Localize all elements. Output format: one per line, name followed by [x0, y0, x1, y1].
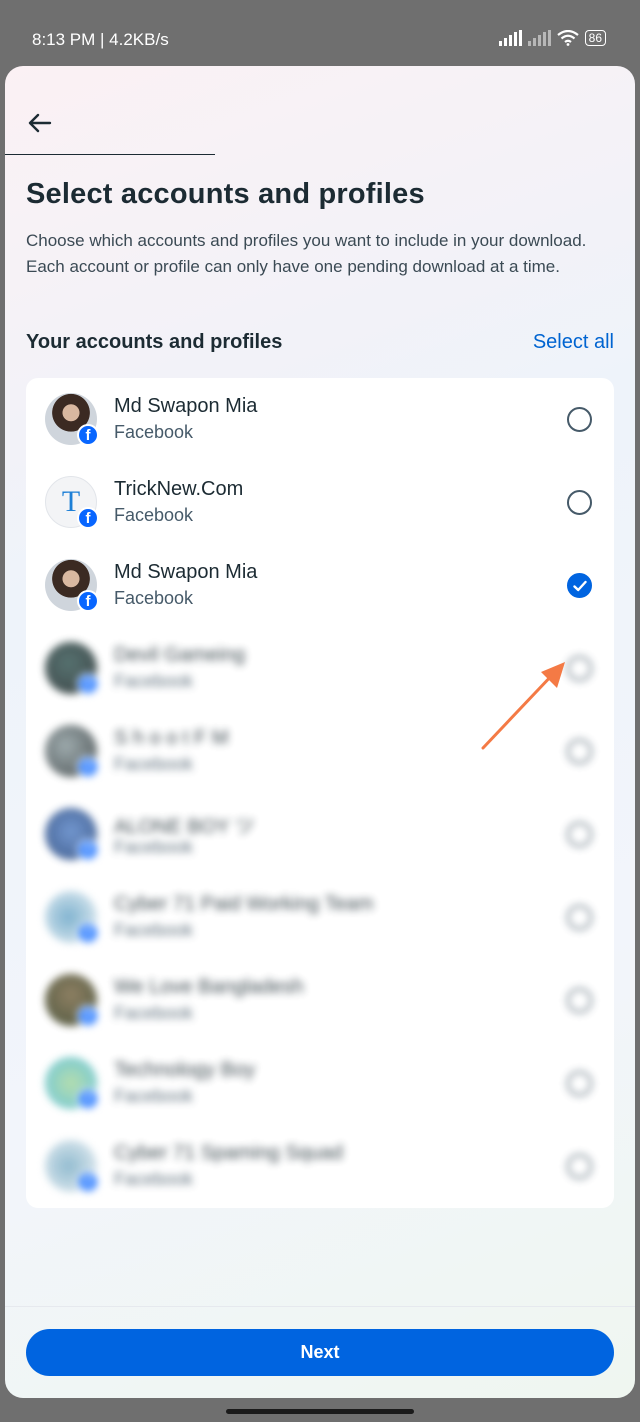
account-platform: Facebook	[114, 422, 194, 442]
annotation-arrow-icon	[481, 662, 565, 750]
avatar: f	[45, 1140, 99, 1193]
account-name: Technology Boy	[114, 1059, 256, 1081]
page-description: Choose which accounts and profiles you w…	[26, 231, 587, 276]
account-platform: Facebook	[114, 671, 194, 691]
page-title: Select accounts and profiles	[26, 178, 425, 210]
account-platform: Facebook	[114, 1003, 194, 1023]
facebook-icon: f	[77, 1171, 99, 1193]
facebook-icon: f	[77, 756, 99, 778]
select-accounts-sheet: Select accounts and profiles Choose whic…	[5, 66, 635, 1398]
avatar: f	[45, 725, 99, 778]
facebook-icon: f	[77, 673, 99, 695]
status-time-speed: 8:13 PM | 4.2KB/s	[32, 30, 169, 49]
account-row[interactable]: f Cyber 71 Paid Working Team Facebook	[26, 876, 614, 959]
facebook-icon: f	[77, 839, 99, 861]
header-divider	[5, 154, 215, 155]
avatar: f	[45, 891, 99, 944]
account-name: ALONE BOY ツ	[114, 816, 255, 838]
radio-button[interactable]	[567, 1071, 592, 1096]
account-platform: Facebook	[114, 505, 194, 525]
radio-button[interactable]	[567, 905, 592, 930]
account-name: Devil Gameing	[114, 644, 246, 666]
back-button[interactable]	[23, 106, 57, 140]
battery-icon: 86	[584, 30, 606, 46]
facebook-icon: f	[77, 424, 99, 446]
wifi-icon	[556, 30, 579, 46]
avatar: T f	[45, 476, 99, 529]
account-platform: Facebook	[114, 1086, 194, 1106]
avatar: f	[45, 559, 99, 612]
radio-button[interactable]	[567, 490, 592, 515]
account-name: Md Swapon Mia	[114, 395, 258, 417]
section-label: Your accounts and profiles	[26, 331, 283, 353]
radio-button[interactable]	[567, 407, 592, 432]
account-name: We Love Bangladesh	[114, 976, 304, 998]
next-button[interactable]: Next	[26, 1329, 614, 1376]
account-row[interactable]: f Md Swapon Mia Facebook	[26, 544, 614, 627]
facebook-icon: f	[77, 1005, 99, 1027]
account-platform: Facebook	[114, 754, 194, 774]
status-icons: 86	[498, 30, 606, 46]
back-arrow-icon	[28, 113, 52, 133]
facebook-icon: f	[77, 1088, 99, 1110]
avatar: f	[45, 393, 99, 446]
footer-divider	[5, 1306, 635, 1307]
radio-button[interactable]	[567, 988, 592, 1013]
checkmark-icon	[572, 580, 587, 591]
account-row[interactable]: f ALONE BOY ツ Facebook	[26, 793, 614, 876]
account-name: Cyber 71 Paid Working Team	[114, 893, 374, 915]
status-bar: 8:13 PM | 4.2KB/s 86	[0, 0, 640, 66]
account-name: Md Swapon Mia	[114, 561, 258, 583]
account-row[interactable]: f We Love Bangladesh Facebook	[26, 959, 614, 1042]
account-platform: Facebook	[114, 588, 194, 608]
account-name: S h o o t F M	[114, 727, 229, 749]
facebook-icon: f	[77, 922, 99, 944]
avatar: f	[45, 1057, 99, 1110]
radio-button[interactable]	[567, 822, 592, 847]
radio-button[interactable]	[567, 1154, 592, 1179]
account-platform: Facebook	[114, 1169, 194, 1189]
signal-2-icon	[527, 30, 551, 46]
avatar: f	[45, 642, 99, 695]
account-platform: Facebook	[114, 920, 194, 940]
home-indicator	[226, 1409, 414, 1414]
avatar: f	[45, 808, 99, 861]
account-row[interactable]: f Cyber 71 Spaming Squad Facebook	[26, 1125, 614, 1208]
avatar: f	[45, 974, 99, 1027]
account-name: TrickNew.Com	[114, 478, 244, 500]
account-row[interactable]: f Md Swapon Mia Facebook	[26, 378, 614, 461]
accounts-list: f Md Swapon Mia Facebook T f TrickNew.Co…	[26, 378, 614, 1208]
facebook-icon: f	[77, 507, 99, 529]
account-row[interactable]: T f TrickNew.Com Facebook	[26, 461, 614, 544]
radio-button-checked[interactable]	[567, 573, 592, 598]
account-platform: Facebook	[114, 837, 194, 857]
account-row[interactable]: f Technology Boy Facebook	[26, 1042, 614, 1125]
account-name: Cyber 71 Spaming Squad	[114, 1142, 344, 1164]
signal-icon	[498, 30, 522, 46]
facebook-icon: f	[77, 590, 99, 612]
select-all-link[interactable]: Select all	[533, 331, 614, 354]
